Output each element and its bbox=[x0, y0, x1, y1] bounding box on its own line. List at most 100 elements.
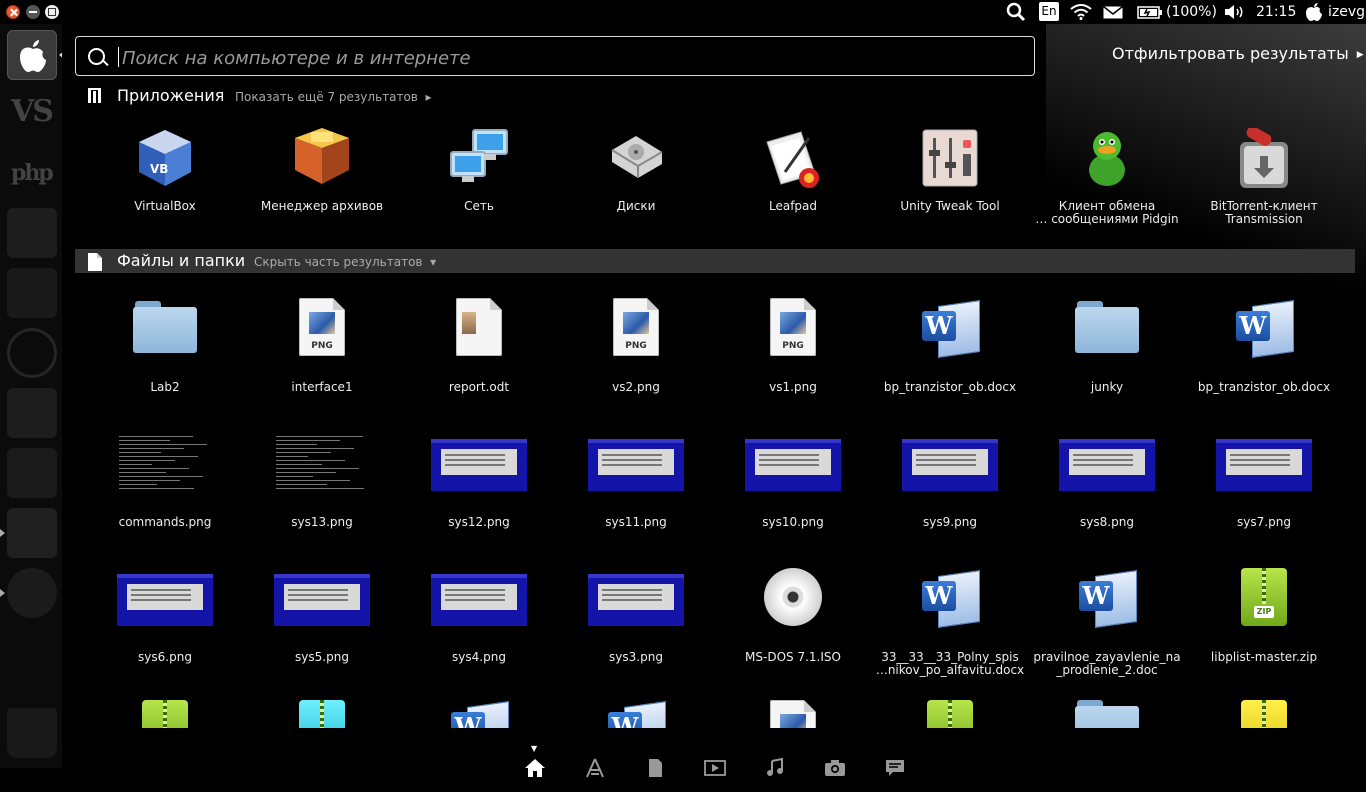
app-tile[interactable]: Менеджер архивов bbox=[247, 128, 397, 213]
volume-icon[interactable] bbox=[1224, 4, 1246, 20]
hide-results-link[interactable]: Скрыть часть результатов ▾ bbox=[254, 255, 436, 269]
video-lens-icon[interactable] bbox=[704, 758, 726, 778]
visual-studio-icon[interactable]: VS bbox=[7, 88, 57, 138]
file-tile[interactable]: sys9.png bbox=[875, 429, 1025, 529]
screenshot-thumbnail bbox=[718, 429, 868, 495]
file-tile[interactable] bbox=[1032, 700, 1182, 728]
php-storm-icon[interactable]: php bbox=[7, 148, 57, 198]
files-lens-icon[interactable] bbox=[644, 758, 666, 778]
app-tile[interactable]: Unity Tweak Tool bbox=[875, 128, 1025, 213]
user-name[interactable]: izevg bbox=[1328, 0, 1365, 24]
file-tile[interactable]: ZIP bbox=[875, 700, 1025, 728]
photo-lens-icon[interactable] bbox=[824, 758, 846, 778]
battery-icon[interactable] bbox=[1137, 6, 1163, 19]
file-tile[interactable]: sys3.png bbox=[561, 564, 711, 664]
finder-icon[interactable] bbox=[7, 268, 57, 318]
app-tile[interactable]: Клиент обмена … сообщениями Pidgin bbox=[1032, 128, 1182, 226]
file-tile[interactable]: MS-DOS 7.1.ISO bbox=[718, 564, 868, 664]
disks-icon bbox=[561, 128, 711, 192]
file-tile[interactable]: ZIP bbox=[90, 700, 240, 728]
leafpad-icon bbox=[718, 128, 868, 192]
file-tile[interactable]: W bbox=[561, 700, 711, 728]
social-lens-icon[interactable] bbox=[884, 758, 906, 778]
app-tile[interactable]: VB VirtualBox bbox=[90, 128, 240, 213]
file-tile[interactable]: sys8.png bbox=[1032, 429, 1182, 529]
file-tile[interactable] bbox=[1189, 700, 1339, 728]
file-tile[interactable]: sys5.png bbox=[247, 564, 397, 664]
file-tile[interactable]: Wbp_tranzistor_ob.docx bbox=[1189, 294, 1339, 394]
file-label: sys12.png bbox=[448, 515, 510, 529]
file-tile[interactable]: sys7.png bbox=[1189, 429, 1339, 529]
music-lens-icon[interactable] bbox=[764, 758, 786, 778]
app-store-icon[interactable] bbox=[7, 328, 57, 378]
app-label: BitTorrent-клиент Transmission bbox=[1210, 199, 1318, 226]
applications-section-header: Приложения Показать ещё 7 результатов ▸ bbox=[75, 84, 1355, 108]
drive-icon[interactable] bbox=[7, 448, 57, 498]
file-tile[interactable]: junky bbox=[1032, 294, 1182, 394]
file-tile[interactable] bbox=[247, 700, 397, 728]
word-document-icon: W bbox=[1032, 564, 1182, 630]
file-label: sys6.png bbox=[138, 650, 192, 664]
screenshot-thumbnail bbox=[404, 564, 554, 630]
app-tile[interactable]: Сеть bbox=[404, 128, 554, 213]
close-window-button[interactable] bbox=[6, 5, 20, 19]
file-tile[interactable]: sys11.png bbox=[561, 429, 711, 529]
file-tile[interactable]: report.odt bbox=[404, 294, 554, 394]
file-tile[interactable]: PNG bbox=[718, 700, 868, 728]
minimize-window-button[interactable] bbox=[26, 5, 40, 19]
network-icon bbox=[404, 128, 554, 192]
wifi-icon[interactable] bbox=[1070, 4, 1092, 20]
chrome-icon[interactable] bbox=[7, 568, 57, 618]
file-tile[interactable]: W 33__33__33_Polny_spis …nikov_po_alfavit… bbox=[875, 564, 1025, 677]
home-lens-icon[interactable] bbox=[524, 758, 546, 778]
file-tile[interactable]: Lab2 bbox=[90, 294, 240, 394]
file-tile[interactable]: sys12.png bbox=[404, 429, 554, 529]
app-icon[interactable] bbox=[7, 208, 57, 258]
file-tile[interactable]: PNG vs2.png bbox=[561, 294, 711, 394]
archive-icon bbox=[247, 700, 397, 728]
app-tile[interactable]: Leafpad bbox=[718, 128, 868, 213]
screenshot-thumbnail bbox=[1189, 429, 1339, 495]
system-settings-icon[interactable] bbox=[7, 388, 57, 438]
apple-user-icon[interactable] bbox=[1305, 2, 1323, 22]
trash-icon[interactable] bbox=[7, 708, 57, 758]
file-tile[interactable]: W bbox=[404, 700, 554, 728]
files-section-header: Файлы и папки Скрыть часть результатов ▾ bbox=[75, 249, 1355, 273]
file-label: 33__33__33_Polny_spis …nikov_po_alfavitu… bbox=[875, 650, 1025, 677]
word-document-icon: W bbox=[875, 564, 1025, 630]
applications-lens-icon[interactable] bbox=[584, 758, 606, 778]
file-tile[interactable]: PNG interface1 bbox=[247, 294, 397, 394]
file-tile[interactable]: ZIP libplist-master.zip bbox=[1189, 564, 1339, 664]
search-bar[interactable] bbox=[75, 36, 1035, 76]
folder-icon bbox=[90, 294, 240, 360]
mail-icon[interactable] bbox=[1103, 6, 1123, 19]
file-label: sys5.png bbox=[295, 650, 349, 664]
launcher: VS php bbox=[0, 24, 64, 768]
file-tile[interactable]: sys13.png bbox=[247, 429, 397, 529]
file-tile[interactable]: PNG vs1.png bbox=[718, 294, 868, 394]
app-tile[interactable]: BitTorrent-клиент Transmission bbox=[1189, 126, 1339, 226]
filter-results-button[interactable]: Отфильтровать результаты ▶ bbox=[1112, 44, 1364, 63]
apple-dash-icon[interactable] bbox=[7, 30, 57, 80]
search-input[interactable] bbox=[120, 43, 1004, 73]
file-tile[interactable]: commands.png bbox=[90, 429, 240, 529]
maximize-window-button[interactable] bbox=[45, 5, 59, 19]
file-tile[interactable]: sys10.png bbox=[718, 429, 868, 529]
search-icon[interactable] bbox=[1006, 2, 1028, 22]
word-document-icon: W bbox=[561, 700, 711, 728]
clock[interactable]: 21:15 bbox=[1256, 0, 1296, 24]
file-tile[interactable]: sys6.png bbox=[90, 564, 240, 664]
app-label: Сеть bbox=[464, 199, 494, 213]
screenshot-thumbnail bbox=[1032, 429, 1182, 495]
scroll-indicator: ▼ bbox=[531, 744, 538, 753]
archive-icon bbox=[1189, 700, 1339, 728]
file-tile[interactable]: Wbp_tranzistor_ob.docx bbox=[875, 294, 1025, 394]
file-label: bp_tranzistor_ob.docx bbox=[883, 380, 1017, 394]
file-tile[interactable]: sys4.png bbox=[404, 564, 554, 664]
file-tile[interactable]: Wpravilnoe_zayavlenie_na _prodlenie_2.do… bbox=[1032, 564, 1182, 677]
file-label: vs1.png bbox=[769, 380, 817, 394]
text-editor-icon[interactable] bbox=[7, 508, 57, 558]
app-tile[interactable]: Диски bbox=[561, 128, 711, 213]
keyboard-layout-indicator[interactable]: En bbox=[1039, 2, 1059, 21]
show-more-apps-link[interactable]: Показать ещё 7 результатов ▸ bbox=[235, 90, 432, 104]
